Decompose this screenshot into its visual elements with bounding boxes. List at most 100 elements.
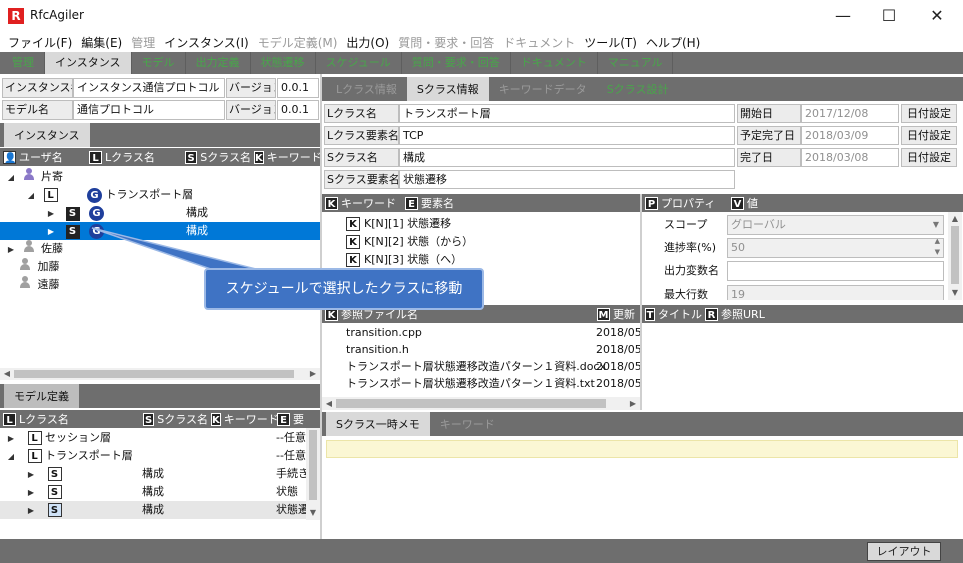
main-tab-8[interactable]: マニュアル [598,52,674,74]
chevron-right-icon[interactable]: ▶ [26,466,36,484]
main-tab-0[interactable]: 管理 [2,52,45,74]
spin-up-icon[interactable]: ▲ [935,239,940,246]
spin-down-icon[interactable]: ▼ [935,247,940,257]
done-date-field[interactable]: 2018/03/08 [801,148,899,167]
model-node[interactable]: ▶ S 構成 手続き [26,465,306,483]
chevron-down-icon[interactable]: ▼ [933,216,939,234]
vertical-splitter[interactable] [640,194,642,410]
start-date-set-button[interactable]: 日付設定 [901,104,957,123]
scroll-right-icon[interactable]: ▶ [626,397,640,411]
start-date-field[interactable]: 2017/12/08 [801,104,899,123]
scroll-right-icon[interactable]: ▶ [306,367,320,381]
class-tab-3[interactable]: Sクラス設計 [597,77,679,101]
sclass-element-field[interactable]: 状態遷移 [399,170,735,189]
files-hscroll[interactable]: ◀ ▶ [322,397,640,410]
file-name[interactable]: トランスポート層状態遷移改造パターン１資料.txt [346,375,595,393]
main-tab-7[interactable]: ドキュメント [511,52,598,74]
col-keyword[interactable]: K キーワード [208,410,279,428]
planned-date-set-button[interactable]: 日付設定 [901,126,957,145]
property-vscroll[interactable]: ▲ ▼ [948,212,962,300]
memo-input[interactable] [326,440,958,458]
col-user[interactable]: 👤 ユーザ名 [0,148,86,166]
keyword-row[interactable]: K K[N][3] 状態（へ） [346,251,462,269]
chevron-right-icon[interactable]: ▶ [46,205,56,223]
planned-date-field[interactable]: 2018/03/09 [801,126,899,145]
file-name[interactable]: transition.cpp [346,324,422,342]
col-keyword[interactable]: K キーワード [251,148,322,166]
sclass-name-field[interactable]: 構成 [399,148,735,167]
keyword-row[interactable]: K K[N][1] 状態遷移 [346,215,451,233]
main-tab-2[interactable]: モデル [132,52,186,74]
instance-tree-hscroll[interactable]: ◀ ▶ [0,368,320,380]
chevron-down-icon[interactable]: ◢ [6,448,16,466]
scroll-left-icon[interactable]: ◀ [322,397,336,411]
main-tab-1[interactable]: インスタンス [45,52,132,74]
chevron-right-icon[interactable]: ▶ [26,502,36,520]
scroll-down-icon[interactable]: ▼ [306,506,320,520]
scroll-thumb[interactable] [951,226,959,284]
tab-model-definition[interactable]: モデル定義 [4,384,79,408]
chevron-right-icon[interactable]: ▶ [6,241,16,259]
col-keyword[interactable]: K キーワード [322,194,402,212]
layout-button[interactable]: レイアウト [867,542,941,561]
col-property[interactable]: P プロパティ [642,194,728,212]
close-button[interactable]: ✕ [914,0,960,32]
tree-node-user[interactable]: ▶ 佐藤 [6,240,63,258]
menu-item-7[interactable]: ドキュメント [503,34,575,51]
scroll-left-icon[interactable]: ◀ [0,367,14,381]
col-value[interactable]: V値 [728,194,928,212]
col-lclass[interactable]: L Lクラス名 [0,410,140,428]
minimize-button[interactable]: — [820,0,866,32]
menu-item-4[interactable]: モデル定義(M) [258,34,338,51]
model-node-selected[interactable]: ▶ S 構成 状態遷 [0,501,306,519]
keyword-row[interactable]: K K[N][2] 状態（から） [346,233,473,251]
file-name[interactable]: トランスポート層状態遷移改造パターン１資料.docx [346,358,606,376]
scroll-thumb[interactable] [336,399,606,408]
maximize-button[interactable]: ☐ [866,0,912,32]
menu-item-8[interactable]: ツール(T) [584,34,637,51]
class-tab-1[interactable]: Sクラス情報 [406,77,489,101]
main-tab-6[interactable]: 質問・要求・回答 [402,52,511,74]
menu-item-3[interactable]: インスタンス(I) [164,34,248,51]
model-node[interactable]: ▶ S 構成 状態 [26,483,306,501]
col-updated[interactable]: M 更新 [594,305,640,323]
memo-tab-1[interactable]: キーワード [430,412,505,436]
tree-node-sclass[interactable]: ▶ S G 構成 [46,204,320,222]
scroll-up-icon[interactable]: ▲ [948,212,962,226]
main-tab-5[interactable]: スケジュール [316,52,402,74]
col-lclass[interactable]: L Lクラス名 [86,148,182,166]
tree-node-user[interactable]: ◢ 片寄 [6,168,63,186]
model-version-field[interactable]: 0.0.1 [277,100,319,120]
main-tab-3[interactable]: 出力定義 [186,52,251,74]
col-element-name[interactable]: E 要素名 [402,194,602,212]
tree-node-user[interactable]: 加藤 [16,258,60,276]
lclass-element-field[interactable]: TCP [399,126,735,145]
menu-item-2[interactable]: 管理 [131,34,155,51]
col-title[interactable]: T タイトル [642,305,702,323]
menu-item-9[interactable]: ヘルプ(H) [646,34,700,51]
col-element[interactable]: E要 [274,410,320,428]
scope-select[interactable]: グローバル ▼ [727,215,944,235]
file-name[interactable]: transition.h [346,341,409,359]
lclass-name-field[interactable]: トランスポート層 [399,104,735,123]
chevron-right-icon[interactable]: ▶ [6,430,16,448]
col-sclass[interactable]: S Sクラス名 [182,148,251,166]
main-tab-4[interactable]: 状態遷移 [251,52,316,74]
menu-item-1[interactable]: 編集(E) [81,34,122,51]
tree-node-lclass[interactable]: ◢ L G トランスポート層 [26,186,193,204]
class-tab-0[interactable]: Lクラス情報 [326,77,407,101]
scroll-thumb[interactable] [309,430,317,500]
max-rows-spinner[interactable]: 19 [727,285,944,300]
model-tree-vscroll[interactable]: ▼ [306,428,320,520]
chevron-down-icon[interactable]: ◢ [6,169,16,187]
menu-item-0[interactable]: ファイル(F) [8,34,72,51]
model-node[interactable]: ◢ L トランスポート層 --任意 [6,447,306,465]
scroll-thumb[interactable] [14,370,294,378]
menu-item-6[interactable]: 質問・要求・回答 [398,34,494,51]
class-tab-2[interactable]: キーワードデータ [489,77,597,101]
instance-name-field[interactable]: インスタンス通信プロトコル [73,78,225,98]
tab-instance[interactable]: インスタンス [4,123,90,147]
tree-node-user[interactable]: 遠藤 [16,276,60,294]
model-node[interactable]: ▶ L セッション層 --任意 [6,429,306,447]
model-name-field[interactable]: 通信プロトコル [73,100,225,120]
